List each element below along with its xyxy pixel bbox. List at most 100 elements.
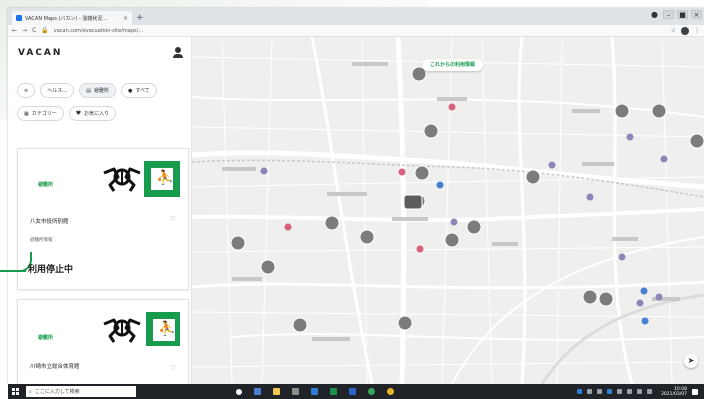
- excel-icon[interactable]: [330, 388, 337, 395]
- forward-icon[interactable]: →: [22, 27, 27, 34]
- place-label: [327, 192, 367, 196]
- shelter-marker-icon[interactable]: [598, 291, 614, 307]
- shelter-marker-icon[interactable]: [423, 123, 439, 139]
- volume-icon[interactable]: [637, 389, 643, 394]
- ime-icon[interactable]: [647, 389, 653, 394]
- site-favicon-icon: [16, 15, 22, 21]
- shelter-marker-icon[interactable]: [651, 103, 667, 119]
- poi-pin-icon[interactable]: [618, 253, 626, 261]
- browser-tab[interactable]: VACAN Maps (バカン) - 混雑状況… ×: [12, 11, 132, 25]
- network-icon[interactable]: [627, 389, 633, 394]
- tray-icon[interactable]: [577, 389, 583, 394]
- minimize-button[interactable]: –: [663, 10, 674, 19]
- browser-menu-icon[interactable]: ⋮: [694, 27, 700, 34]
- locate-me-icon[interactable]: ➤: [684, 354, 698, 368]
- file-explorer-icon[interactable]: [273, 388, 280, 395]
- app-icon[interactable]: [292, 388, 299, 395]
- tray-icon[interactable]: [597, 389, 603, 394]
- close-window-button[interactable]: ×: [691, 10, 702, 19]
- bookmark-star-icon[interactable]: ☆: [671, 27, 676, 34]
- task-view-icon[interactable]: [236, 388, 242, 395]
- vacan-logo[interactable]: VACAN: [18, 48, 62, 58]
- place-label: [352, 62, 388, 66]
- poi-pin-icon[interactable]: [655, 293, 663, 301]
- shelter-marker-icon[interactable]: [466, 219, 482, 235]
- poi-pin-icon[interactable]: [450, 218, 458, 226]
- notification-icon[interactable]: [692, 388, 698, 395]
- shelter-icon: ▤: [86, 87, 91, 94]
- poi-pin-icon[interactable]: [640, 287, 648, 295]
- shelter-marker-icon[interactable]: [414, 165, 430, 181]
- closed-status-callout: 利用停止中: [28, 265, 74, 275]
- profile-avatar[interactable]: [681, 26, 689, 35]
- emergency-exit-icon: ⛹: [146, 312, 180, 346]
- tray-icon[interactable]: [607, 389, 613, 394]
- filter-shelter-button[interactable]: ▤ 避難所: [79, 83, 116, 98]
- app-icon[interactable]: [368, 388, 375, 395]
- filter-category-button[interactable]: ▦ カテゴリー: [17, 106, 64, 121]
- place-label: [222, 167, 256, 171]
- filter-label: 避難所: [93, 88, 109, 94]
- window-menu-icon[interactable]: ●: [649, 10, 660, 19]
- poi-pin-icon[interactable]: [626, 133, 634, 141]
- facility-card[interactable]: 避難所 ⛹ 川崎市立総合体育館 ♡: [17, 299, 189, 384]
- user-icon[interactable]: [173, 47, 183, 59]
- reload-icon[interactable]: C: [32, 27, 36, 34]
- shelter-marker-icon[interactable]: [230, 235, 246, 251]
- poi-pin-icon[interactable]: [636, 299, 644, 307]
- favorite-heart-icon[interactable]: ♡: [170, 364, 176, 372]
- place-label: [612, 237, 638, 241]
- filter-label: ヘルス…: [47, 88, 68, 94]
- tray-icon[interactable]: [587, 389, 593, 394]
- favorite-heart-icon[interactable]: ♡: [170, 215, 176, 223]
- map-canvas[interactable]: [192, 37, 704, 384]
- poi-pin-icon[interactable]: [416, 245, 424, 253]
- filter-favorites-button[interactable]: ♥ お気に入り: [68, 106, 117, 121]
- poi-pin-icon[interactable]: [641, 317, 649, 325]
- shelter-marker-icon[interactable]: [324, 215, 340, 231]
- vacan-site: VACAN ≡ ヘルス… ▤ 避難所 ● すべて ▦ カテゴリー ♥ お気に入り…: [8, 37, 704, 384]
- shelter-marker-icon[interactable]: [292, 317, 308, 333]
- poi-pin-icon[interactable]: [436, 181, 444, 189]
- filter-menu-button[interactable]: ≡: [17, 83, 36, 98]
- poi-pin-icon[interactable]: [548, 161, 556, 169]
- address-bar: ← → C 🔒 vacan.com/evacuation-site/maps/……: [8, 25, 704, 37]
- map-view[interactable]: これからの利用情報 ➤: [192, 37, 704, 384]
- callout-line: [0, 270, 26, 272]
- shelter-marker-icon[interactable]: [444, 232, 460, 248]
- filter-health-button[interactable]: ヘルス…: [40, 83, 75, 98]
- taskbar-clock[interactable]: 10:08 2021/03/07: [661, 387, 687, 397]
- shelter-marker-icon[interactable]: [525, 169, 541, 185]
- tray-icon[interactable]: [617, 389, 623, 394]
- word-icon[interactable]: [349, 388, 356, 395]
- windows-start-icon[interactable]: [8, 384, 20, 399]
- taskbar-search-field[interactable]: ⌕ ここに入力して検索: [26, 386, 136, 397]
- chrome-icon[interactable]: [387, 388, 394, 395]
- shelter-marker-icon[interactable]: [397, 315, 413, 331]
- tab-close-icon[interactable]: ×: [123, 15, 128, 22]
- status-badge: 避難所: [38, 335, 54, 341]
- filter-all-button[interactable]: ● すべて: [120, 83, 157, 98]
- map-land: [192, 37, 704, 384]
- selected-shelter-marker-icon[interactable]: [403, 194, 423, 210]
- shelter-marker-icon[interactable]: [689, 133, 704, 149]
- shelter-marker-icon[interactable]: [260, 259, 276, 275]
- poi-pin-icon[interactable]: [260, 167, 268, 175]
- shelter-marker-icon[interactable]: [582, 289, 598, 305]
- poi-pin-icon[interactable]: [398, 168, 406, 176]
- recommend-chip[interactable]: これからの利用情報: [422, 59, 484, 71]
- poi-pin-icon[interactable]: [284, 223, 292, 231]
- back-icon[interactable]: ←: [12, 27, 17, 34]
- poi-pin-icon[interactable]: [586, 193, 594, 201]
- edge-icon[interactable]: [311, 388, 318, 395]
- poi-pin-icon[interactable]: [660, 155, 668, 163]
- window-controls: ● – ■ ×: [649, 10, 702, 19]
- app-icon[interactable]: [254, 388, 261, 395]
- poi-pin-icon[interactable]: [448, 103, 456, 111]
- shelter-marker-icon[interactable]: [359, 229, 375, 245]
- url-field[interactable]: vacan.com/evacuation-site/maps/…: [54, 28, 666, 34]
- tab-title: VACAN Maps (バカン) - 混雑状況…: [25, 15, 108, 22]
- shelter-marker-icon[interactable]: [614, 103, 630, 119]
- maximize-button[interactable]: ■: [677, 10, 688, 19]
- new-tab-button[interactable]: +: [136, 11, 144, 25]
